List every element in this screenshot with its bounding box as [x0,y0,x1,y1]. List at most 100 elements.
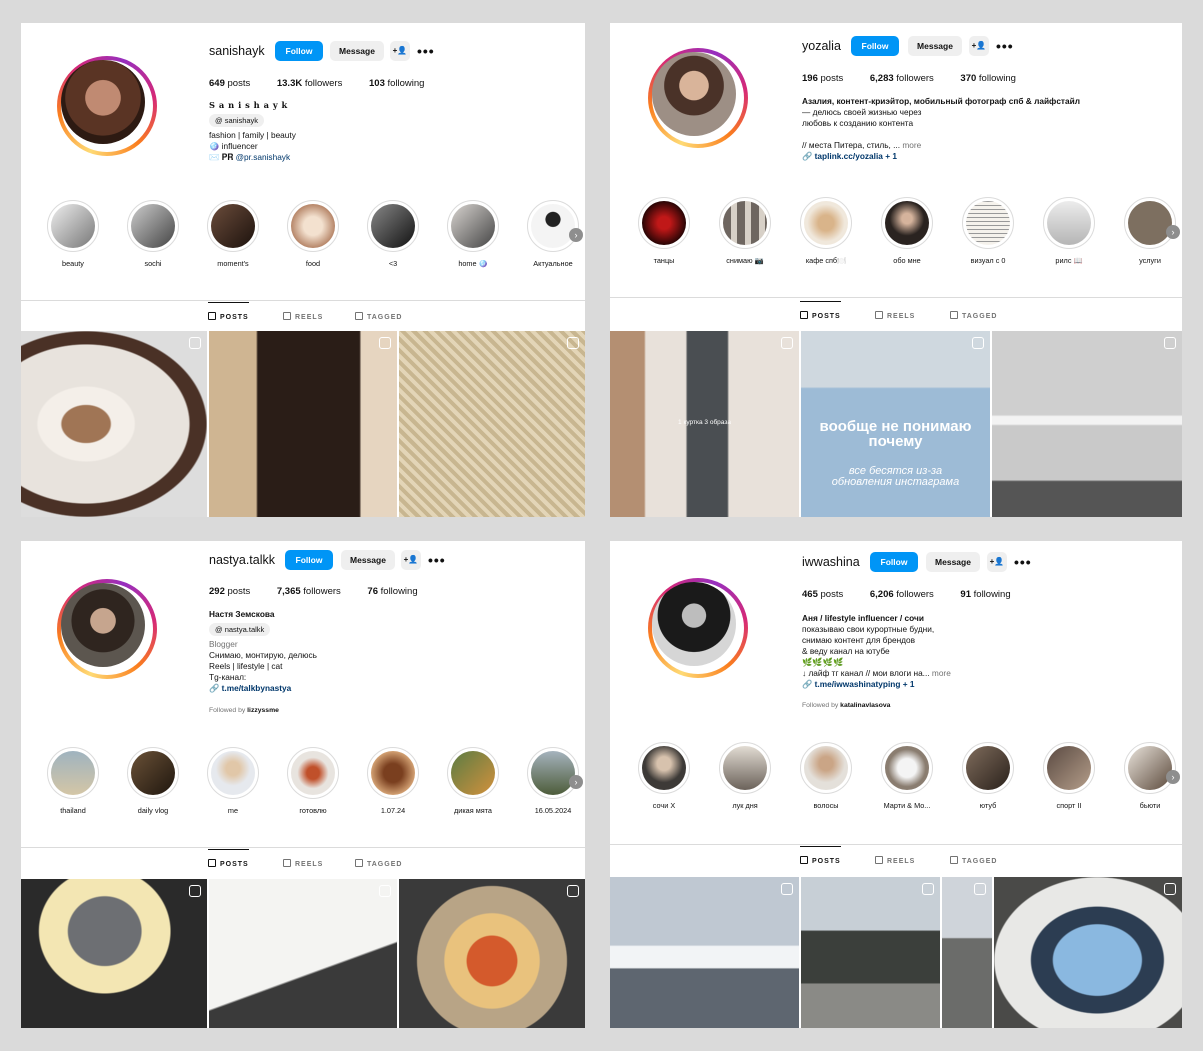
following-count[interactable]: 76 [367,586,378,597]
following-label[interactable]: following [388,78,425,89]
followers-label[interactable]: followers [896,589,934,600]
next-arrow-icon[interactable]: › [1166,770,1180,784]
highlight-item[interactable]: ютуб [956,742,1020,810]
threads-badge[interactable]: @ sanishayk [209,114,265,127]
highlight-item[interactable]: сочи X [632,742,696,810]
followed-by[interactable]: Followed by katalinavlasova [802,702,890,709]
tab-tagged[interactable]: TAGGED [950,856,997,865]
following-count[interactable]: 91 [960,589,971,600]
follow-button[interactable]: Follow [275,41,323,61]
highlight-item[interactable]: лук дня [713,742,777,810]
profile-stats: 465 posts 6,206 followers 91 following [802,589,1011,600]
next-arrow-icon[interactable]: › [569,228,583,242]
followers-count[interactable]: 7,365 [277,586,301,597]
message-button[interactable]: Message [926,552,980,572]
avatar[interactable] [648,48,748,148]
highlight-item[interactable]: beauty [41,200,105,268]
highlight-item[interactable]: рилс 📖 [1037,197,1101,265]
post-thumbnail[interactable] [21,331,207,517]
tab-tagged[interactable]: TAGGED [950,311,997,320]
tab-reels[interactable]: REELS [875,856,915,865]
more-options-icon[interactable]: ••• [1014,555,1031,569]
add-user-icon[interactable]: +👤 [390,41,410,61]
post-thumbnail[interactable]: 1 куртка 3 образа [610,331,799,517]
more-options-icon[interactable]: ••• [996,39,1013,53]
bio-link[interactable]: 🔗 t.me/talkbynastya [209,683,317,694]
post-thumbnail[interactable] [942,877,992,1028]
tab-reels[interactable]: REELS [283,859,323,868]
highlight-item[interactable]: снимаю 📷 [713,197,777,265]
highlight-item[interactable]: thailand [41,747,105,815]
add-user-icon[interactable]: +👤 [401,550,421,570]
tab-posts[interactable]: POSTS [208,302,249,321]
avatar[interactable] [648,578,748,678]
highlight-item[interactable]: Марти & Мо... [875,742,939,810]
follow-button[interactable]: Follow [851,36,899,56]
follow-button[interactable]: Follow [870,552,918,572]
highlight-item[interactable]: спорт II [1037,742,1101,810]
highlight-item[interactable]: кафе спб🍽️ [794,197,858,265]
tab-tagged[interactable]: TAGGED [355,312,402,321]
post-thumbnail[interactable] [209,331,397,517]
add-user-icon[interactable]: +👤 [987,552,1007,572]
post-thumbnail[interactable] [992,331,1182,517]
highlight-item[interactable]: moment's [201,200,265,268]
following-count[interactable]: 370 [960,73,976,84]
highlight-item[interactable]: обо мне [875,197,939,265]
message-button[interactable]: Message [330,41,384,61]
followers-count[interactable]: 6,283 [870,73,894,84]
following-count[interactable]: 103 [369,78,385,89]
highlight-item[interactable]: daily vlog [121,747,185,815]
tab-tagged[interactable]: TAGGED [355,859,402,868]
tab-reels[interactable]: REELS [283,312,323,321]
followers-label[interactable]: followers [305,78,343,89]
more-link[interactable]: more [902,140,921,150]
highlight-item[interactable]: волосы [794,742,858,810]
highlight-item[interactable]: home 🪩 [441,200,505,268]
follow-button[interactable]: Follow [285,550,333,570]
highlight-item[interactable]: 1.07.24 [361,747,425,815]
followers-label[interactable]: followers [896,73,934,84]
more-options-icon[interactable]: ••• [428,553,445,567]
bio-link[interactable]: 🔗 taplink.cc/yozalia + 1 [802,151,1080,162]
followed-by[interactable]: Followed by lizzyssme [209,707,279,714]
highlight-item[interactable]: me [201,747,265,815]
following-label[interactable]: following [974,589,1011,600]
following-label[interactable]: following [979,73,1016,84]
post-thumbnail[interactable] [21,879,207,1028]
highlight-item[interactable]: sochi [121,200,185,268]
bio-link[interactable]: @pr.sanishayk [236,152,291,162]
post-thumbnail[interactable]: вообще не понимаю почему все бесятся из-… [801,331,990,517]
tab-posts[interactable]: POSTS [800,846,841,865]
message-button[interactable]: Message [341,550,395,570]
followers-count[interactable]: 13.3K [277,78,302,89]
threads-badge[interactable]: @ nastya.talkk [209,623,271,636]
avatar[interactable] [57,579,157,679]
following-label[interactable]: following [381,586,418,597]
highlight-item[interactable]: готовлю [281,747,345,815]
highlight-item[interactable]: дикая мята [441,747,505,815]
tab-posts[interactable]: POSTS [208,849,249,868]
post-thumbnail[interactable] [994,877,1182,1028]
highlight-item[interactable]: <3 [361,200,425,268]
highlight-item[interactable]: визуал с 0 [956,197,1020,265]
add-user-icon[interactable]: +👤 [969,36,989,56]
more-options-icon[interactable]: ••• [417,44,434,58]
post-thumbnail[interactable] [399,879,585,1028]
more-link[interactable]: more [932,668,951,678]
post-thumbnail[interactable] [610,877,799,1028]
post-thumbnail[interactable] [399,331,585,517]
message-button[interactable]: Message [908,36,962,56]
followers-count[interactable]: 6,206 [870,589,894,600]
highlight-item[interactable]: food [281,200,345,268]
next-arrow-icon[interactable]: › [569,775,583,789]
followers-label[interactable]: followers [303,586,341,597]
post-thumbnail[interactable] [801,877,940,1028]
avatar[interactable] [57,56,157,156]
post-thumbnail[interactable] [209,879,397,1028]
bio-link[interactable]: 🔗 t.me/iwwashinatyping + 1 [802,679,951,690]
tab-posts[interactable]: POSTS [800,301,841,320]
highlight-item[interactable]: танцы [632,197,696,265]
next-arrow-icon[interactable]: › [1166,225,1180,239]
tab-reels[interactable]: REELS [875,311,915,320]
